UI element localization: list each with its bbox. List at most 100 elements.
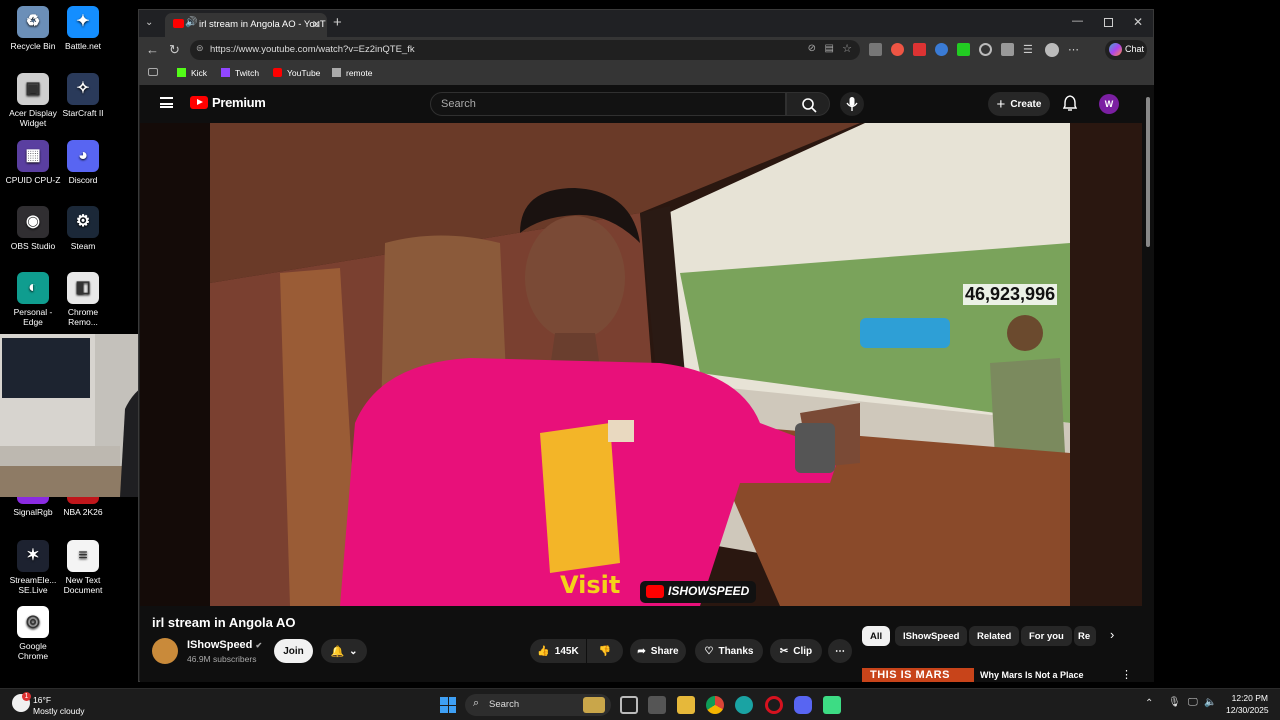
discord-taskbar-icon[interactable] (794, 696, 812, 714)
chrome-icon[interactable] (706, 696, 724, 714)
notifications-bell-icon[interactable] (1063, 95, 1077, 111)
desktop-icon[interactable]: ◉ OBS Studio (5, 206, 61, 251)
extension-icon[interactable] (979, 43, 992, 56)
recommended-thumbnail[interactable]: THIS IS MARS (862, 668, 974, 682)
tray-overflow-chevron-icon[interactable]: ⌃ (1145, 698, 1153, 709)
speaker-icon[interactable]: 🔊 (185, 17, 197, 28)
app-icon[interactable] (823, 696, 841, 714)
thanks-button[interactable]: ♡ Thanks (695, 639, 763, 663)
reader-icon[interactable]: ▤ (825, 43, 834, 54)
desktop-icon[interactable]: ▦ CPUID CPU-Z (5, 140, 61, 185)
chip-ishowspeed[interactable]: IShowSpeed (895, 626, 968, 646)
tab-youtube[interactable]: 🔊 irl stream in Angola AO - YouT ✕ (165, 13, 327, 37)
bookmarks-menu-icon[interactable] (148, 68, 158, 76)
weather-temp[interactable]: 16°F (33, 695, 51, 705)
search-button[interactable] (786, 92, 830, 116)
weather-desc[interactable]: Mostly cloudy (33, 706, 85, 716)
view-counter-overlay: 46,923,996 (963, 284, 1058, 305)
taskbar-search[interactable]: ⌕ Search (465, 694, 611, 716)
chips-next-chevron-icon[interactable]: › (1110, 627, 1114, 642)
microphone-tray-icon[interactable]: 🎙 (1168, 697, 1181, 708)
join-button[interactable]: Join (274, 639, 313, 663)
bookmark-youtube[interactable]: YouTube (273, 68, 320, 78)
account-avatar[interactable]: W (1099, 94, 1119, 114)
network-icon[interactable]: 🖵 (1188, 697, 1198, 708)
back-arrow-icon[interactable]: ← (146, 42, 159, 57)
hamburger-menu-icon[interactable] (160, 97, 173, 108)
extension-icon[interactable] (935, 43, 948, 56)
chip-for-you[interactable]: For you (1021, 626, 1072, 646)
desktop-icon[interactable]: ◎ Google Chrome (5, 606, 61, 661)
bookmark-twitch[interactable]: Twitch (221, 68, 259, 78)
desktop-icon[interactable]: ▣ Acer Display Widget (5, 73, 61, 128)
video-player[interactable]: 46,923,996 Visit ISHOWSPEED (140, 123, 1142, 606)
thumbs-up-icon: 👍 (537, 645, 550, 657)
desktop-icon[interactable]: ⚙ Steam (55, 206, 111, 251)
scrollbar-thumb[interactable] (1146, 97, 1150, 247)
clip-button[interactable]: ✂ Clip (770, 639, 822, 663)
opera-icon[interactable] (765, 696, 783, 714)
chip-all[interactable]: All (862, 626, 891, 646)
search-input[interactable]: Search (430, 92, 786, 116)
desktop-icon[interactable]: ✧ StarCraft II (55, 73, 111, 118)
maximize-button[interactable] (1104, 18, 1113, 27)
url-field[interactable]: ⊜ https://www.youtube.com/watch?v=Ez2inQ… (190, 40, 860, 60)
bookmark-remote[interactable]: remote (332, 68, 372, 78)
extension-icon[interactable] (891, 43, 904, 56)
file-explorer-icon[interactable] (677, 696, 695, 714)
desktop-switch-icon[interactable] (648, 696, 666, 714)
favorite-star-icon[interactable]: ☆ (842, 42, 852, 55)
desktop-icon[interactable]: ✦ Battle.net (55, 6, 111, 51)
edge-icon[interactable] (735, 696, 753, 714)
refresh-icon[interactable]: ↻ (169, 42, 180, 58)
create-button[interactable]: + Create (988, 92, 1050, 116)
tab-list-chevron-icon[interactable]: ⌄ (145, 17, 159, 31)
recommended-title[interactable]: Why Mars Is Not a Place Humans Can Actua… (980, 669, 1110, 682)
more-actions-button[interactable]: ⋯ (828, 639, 852, 663)
site-info-icon[interactable]: ⊜ (196, 43, 204, 54)
desktop-icon[interactable]: ◕ Discord (55, 140, 111, 185)
page-scrollbar[interactable] (1144, 87, 1152, 682)
desktop-icon[interactable]: ◧ Chrome Remo... (55, 272, 111, 327)
minimize-button[interactable]: — (1072, 15, 1083, 27)
desktop-icon[interactable]: ≡ New Text Document (55, 540, 111, 595)
recommended-more-icon[interactable]: ⋮ (1121, 668, 1132, 681)
app-icon: ◧ (67, 272, 99, 304)
subscribed-bell-button[interactable]: 🔔 ⌄ (321, 639, 367, 663)
volume-icon[interactable]: 🔈 (1204, 697, 1216, 708)
tab-close-icon[interactable]: ✕ (312, 18, 321, 31)
translate-icon[interactable]: ⊘ (808, 43, 816, 54)
like-button[interactable]: 👍 145K (530, 639, 586, 663)
youtube-premium-logo[interactable]: Premium (190, 95, 266, 110)
channel-name-row[interactable]: IShowSpeed ✔ (187, 639, 262, 651)
clock[interactable]: 12:20 PM 12/30/2025 (1226, 693, 1269, 715)
extensions-puzzle-icon[interactable] (1001, 43, 1014, 56)
desktop-icon-label: Battle.net (65, 41, 101, 51)
start-button[interactable] (440, 697, 456, 713)
more-menu-icon[interactable]: ⋯ (1068, 43, 1081, 56)
chip-recent[interactable]: Re (1074, 626, 1096, 646)
chip-related[interactable]: Related (969, 626, 1020, 646)
desktop-icon-label: StarCraft II (62, 108, 104, 118)
share-button[interactable]: ➦ Share (630, 639, 686, 663)
extension-icon[interactable] (913, 43, 926, 56)
desktop-icon[interactable]: ♻ Recycle Bin (5, 6, 61, 51)
bookmark-kick[interactable]: Kick (177, 68, 207, 78)
favorites-icon[interactable]: ☰ (1023, 43, 1036, 56)
copilot-icon (1109, 43, 1122, 56)
desktop-icon[interactable]: ◐ Personal - Edge (5, 272, 61, 327)
dislike-button[interactable]: 👎 (587, 639, 623, 663)
clock-date: 12/30/2025 (1226, 705, 1269, 715)
extension-icon[interactable] (957, 43, 970, 56)
channel-avatar[interactable] (152, 638, 178, 664)
extension-icon[interactable] (869, 43, 882, 56)
close-window-button[interactable]: ✕ (1133, 15, 1143, 29)
profile-avatar[interactable] (1045, 43, 1059, 57)
desktop-icon-label: Recycle Bin (10, 41, 56, 51)
voice-search-button[interactable] (840, 92, 864, 116)
desktop-icon[interactable]: ✶ StreamEle... SE.Live (5, 540, 61, 595)
new-tab-button[interactable]: + (333, 14, 342, 31)
remote-icon (332, 68, 341, 77)
copilot-chat-button[interactable]: Chat (1105, 40, 1147, 60)
task-view-icon[interactable] (620, 696, 638, 714)
